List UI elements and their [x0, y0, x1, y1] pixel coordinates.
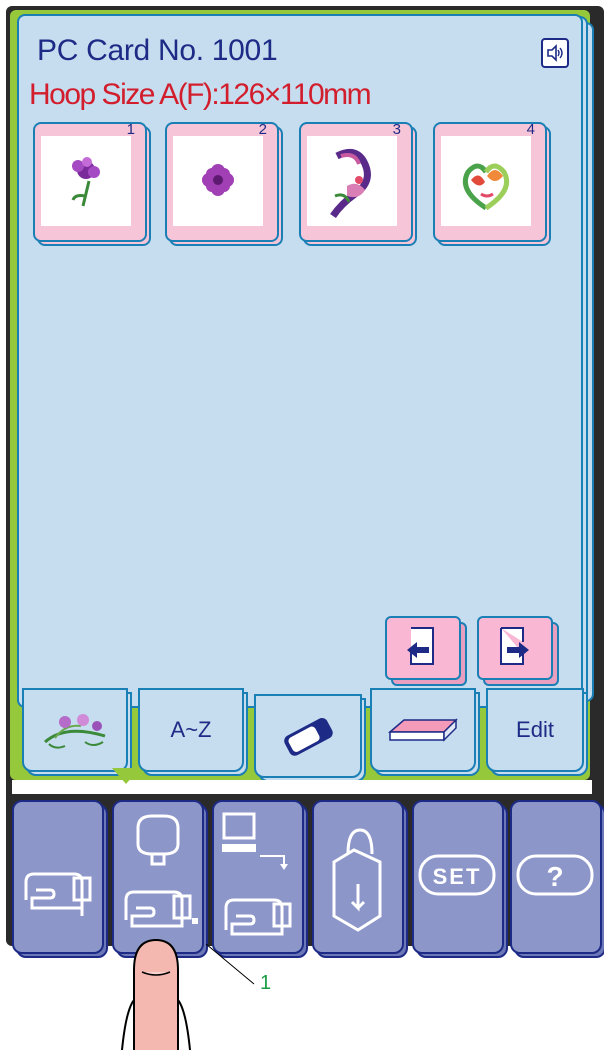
card-title: PC Card No. 1001	[37, 34, 278, 67]
set-key[interactable]: SET	[412, 800, 508, 958]
help-icon: ?	[516, 854, 594, 896]
bag-icon	[332, 828, 382, 932]
set-icon: SET	[418, 854, 496, 896]
bag-key[interactable]	[312, 800, 408, 958]
ordinary-sewing-icon	[24, 872, 92, 916]
memory-card-icon	[387, 718, 458, 742]
carnation-flower-icon	[41, 136, 131, 226]
tab-a-z-label: A~Z	[138, 688, 244, 772]
lcd-screen: PC Card No. 1001 Hoop Size A(F):126×110m…	[17, 14, 583, 708]
tab-edit-label: Edit	[486, 688, 584, 772]
design-tile-2[interactable]: 2	[165, 121, 283, 246]
ordinary-sewing-key[interactable]	[12, 800, 108, 958]
pc-card-icon	[284, 718, 333, 756]
embroidery-mode-key[interactable]	[112, 800, 208, 1050]
pc-link-key[interactable]	[212, 800, 308, 958]
arrow-left-icon	[407, 627, 434, 665]
speaker-icon[interactable]	[541, 38, 569, 68]
floral-design-icon	[43, 714, 106, 749]
paisley-flower-icon	[307, 136, 397, 226]
help-key[interactable]: ?	[510, 800, 604, 958]
prev-page-button[interactable]	[385, 616, 467, 686]
callout-number: 1	[260, 972, 272, 994]
arrow-right-icon	[500, 627, 529, 665]
hoop-size-label: Hoop Size A(F):126×110mm	[29, 78, 372, 111]
finger-pointer-icon	[121, 938, 191, 1050]
round-flower-icon	[173, 136, 263, 226]
pc-link-icon	[222, 812, 292, 936]
svg-text:?: ?	[546, 861, 563, 892]
design-tile-3[interactable]: 3	[299, 121, 417, 246]
tab-edit[interactable]: Edit	[486, 688, 588, 776]
design-tile-4[interactable]: 4	[433, 121, 551, 246]
svg-text:SET: SET	[433, 864, 482, 889]
tab-floral-designs[interactable]	[22, 688, 132, 776]
heart-tulip-icon	[441, 136, 531, 226]
design-tile-1[interactable]: 1	[33, 121, 151, 246]
tab-memory-card[interactable]	[370, 688, 480, 776]
selected-mode-pointer	[112, 768, 140, 784]
tab-pc-card[interactable]	[254, 694, 366, 782]
tab-a-z[interactable]: A~Z	[138, 688, 248, 776]
next-page-button[interactable]	[477, 616, 559, 686]
